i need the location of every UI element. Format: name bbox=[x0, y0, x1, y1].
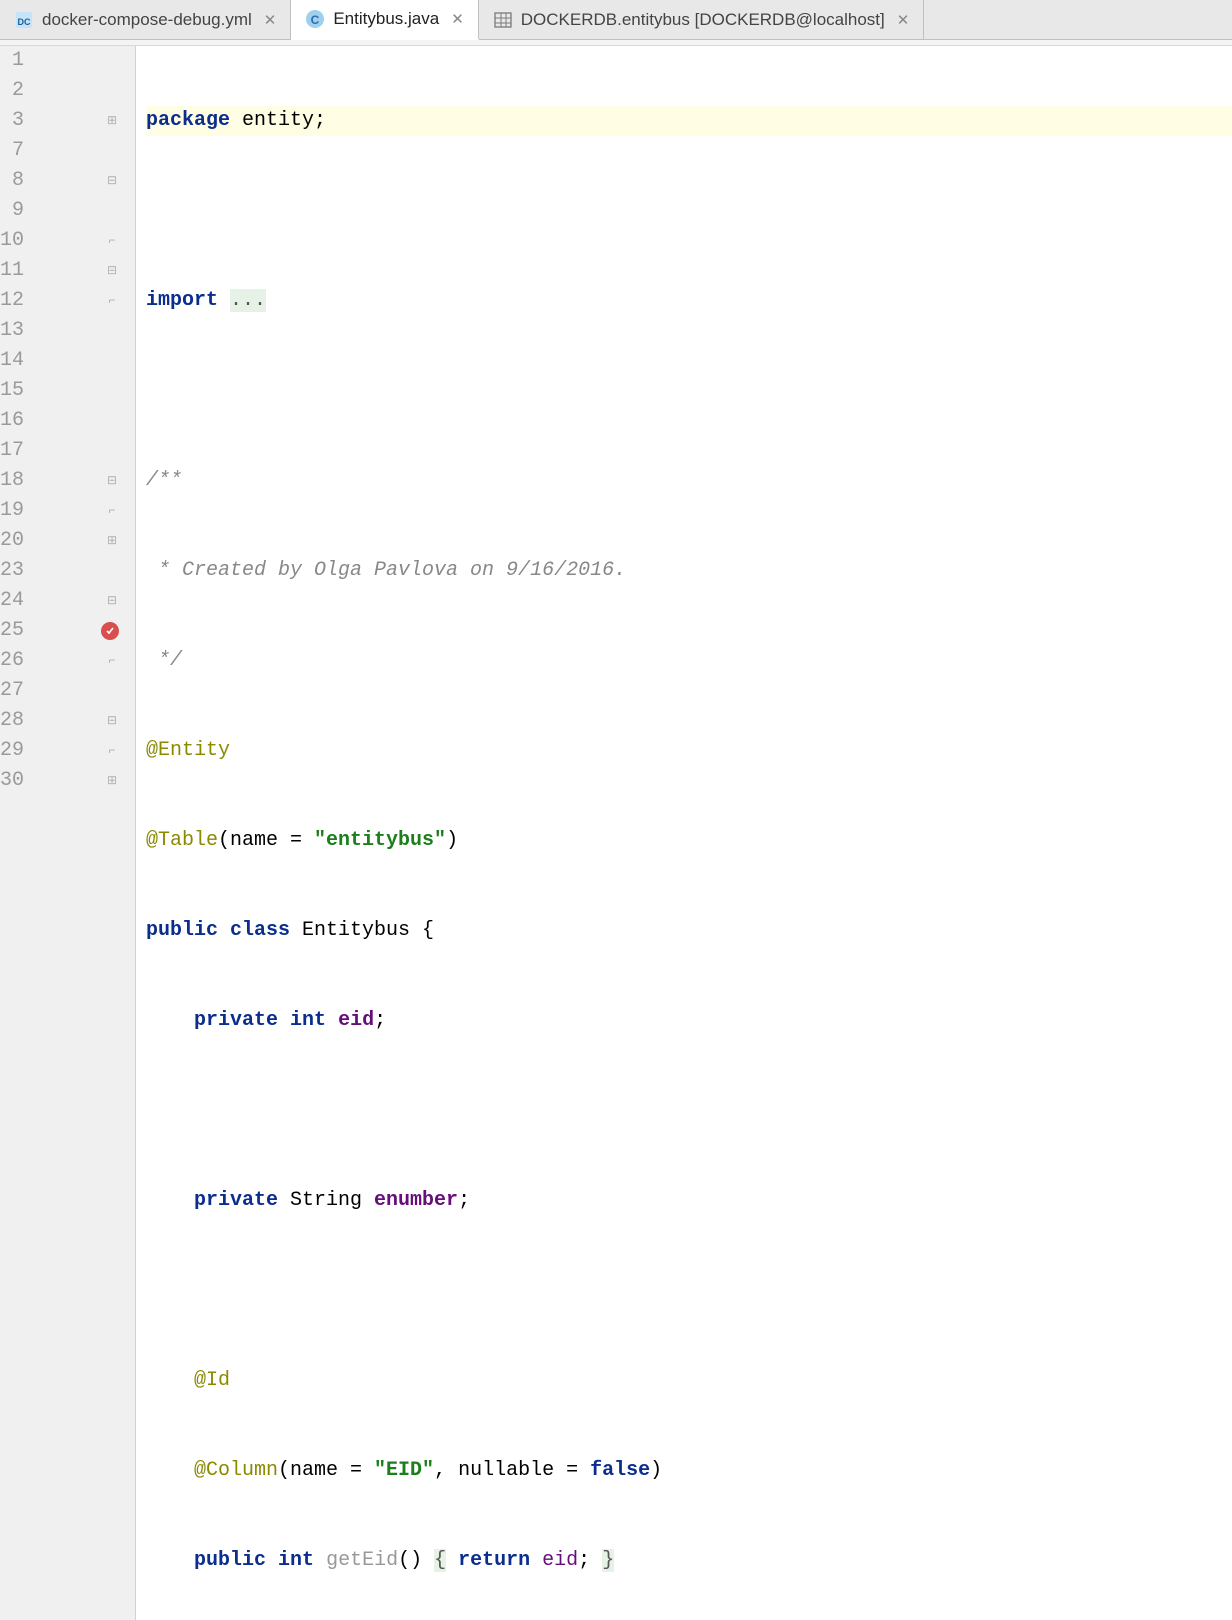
tab-label: Entitybus.java bbox=[333, 9, 439, 29]
code-line bbox=[146, 1276, 1232, 1306]
code-line: @Column(name = "EID", nullable = false) bbox=[146, 1456, 1232, 1486]
line-number: 30 bbox=[0, 766, 32, 796]
line-number: 15 bbox=[0, 376, 32, 406]
line-number: 24 bbox=[0, 586, 32, 616]
line-number: 18 bbox=[0, 466, 32, 496]
line-number: 23 bbox=[0, 556, 32, 586]
code-editor[interactable]: 1 2 3 ⊞ 7 8 ⊟ 9 10 ⌐ 11 ⊟ 12 ⌐ 13 14 15 16 17… bbox=[0, 46, 1232, 1620]
fold-collapse-icon[interactable]: ⊟ bbox=[105, 264, 119, 278]
fold-end-icon[interactable]: ⌐ bbox=[105, 504, 119, 518]
code-line: public class Entitybus { bbox=[146, 916, 1232, 946]
docker-compose-icon: DC bbox=[14, 10, 34, 30]
fold-end-icon[interactable]: ⌐ bbox=[105, 234, 119, 248]
line-number: 12 bbox=[0, 286, 32, 316]
fold-collapse-icon[interactable]: ⊟ bbox=[105, 594, 119, 608]
line-number: 1 bbox=[0, 46, 32, 76]
table-icon bbox=[493, 10, 513, 30]
code-line bbox=[146, 1096, 1232, 1126]
fold-expand-icon[interactable]: ⊞ bbox=[105, 774, 119, 788]
breakpoint-icon[interactable] bbox=[101, 622, 119, 640]
code-line: @Id bbox=[146, 1366, 1232, 1396]
code-line: import ... bbox=[146, 286, 1232, 316]
java-class-icon: C bbox=[305, 9, 325, 29]
tab-docker-compose[interactable]: DC docker-compose-debug.yml ✕ bbox=[0, 0, 291, 39]
line-number: 11 bbox=[0, 256, 32, 286]
code-line: public int getEid() { return eid; } bbox=[146, 1546, 1232, 1576]
line-number: 17 bbox=[0, 436, 32, 466]
close-icon[interactable]: ✕ bbox=[893, 11, 910, 29]
line-number: 7 bbox=[0, 136, 32, 166]
line-number: 20 bbox=[0, 526, 32, 556]
tab-label: DOCKERDB.entitybus [DOCKERDB@localhost] bbox=[521, 10, 885, 30]
tab-label: docker-compose-debug.yml bbox=[42, 10, 252, 30]
fold-collapse-icon[interactable]: ⊟ bbox=[105, 714, 119, 728]
line-number: 29 bbox=[0, 736, 32, 766]
line-number: 16 bbox=[0, 406, 32, 436]
code-line: * Created by Olga Pavlova on 9/16/2016. bbox=[146, 556, 1232, 586]
gutter[interactable]: 1 2 3 ⊞ 7 8 ⊟ 9 10 ⌐ 11 ⊟ 12 ⌐ 13 14 15 16 17… bbox=[0, 46, 136, 1620]
line-number: 28 bbox=[0, 706, 32, 736]
close-icon[interactable]: ✕ bbox=[447, 10, 464, 28]
fold-end-icon[interactable]: ⌐ bbox=[105, 744, 119, 758]
close-icon[interactable]: ✕ bbox=[260, 11, 277, 29]
code-line bbox=[146, 376, 1232, 406]
tab-entitybus-java[interactable]: C Entitybus.java ✕ bbox=[291, 0, 478, 40]
line-number: 9 bbox=[0, 196, 32, 226]
line-number: 26 bbox=[0, 646, 32, 676]
svg-text:C: C bbox=[311, 13, 320, 27]
tab-bar: DC docker-compose-debug.yml ✕ C Entitybu… bbox=[0, 0, 1232, 40]
code-line bbox=[146, 196, 1232, 226]
fold-expand-icon[interactable]: ⊞ bbox=[105, 114, 119, 128]
code-line: @Entity bbox=[146, 736, 1232, 766]
fold-collapse-icon[interactable]: ⊟ bbox=[105, 174, 119, 188]
code-line: */ bbox=[146, 646, 1232, 676]
svg-text:DC: DC bbox=[18, 17, 31, 27]
code-area[interactable]: package entity; import ... /** * Created… bbox=[136, 46, 1232, 1620]
code-line: @Table(name = "entitybus") bbox=[146, 826, 1232, 856]
code-line: package entity; bbox=[146, 106, 1232, 136]
code-line: private int eid; bbox=[146, 1006, 1232, 1036]
fold-collapse-icon[interactable]: ⊟ bbox=[105, 474, 119, 488]
tab-dockerdb-entitybus[interactable]: DOCKERDB.entitybus [DOCKERDB@localhost] … bbox=[479, 0, 925, 39]
line-number: 3 bbox=[0, 106, 32, 136]
fold-expand-icon[interactable]: ⊞ bbox=[105, 534, 119, 548]
line-number: 25 bbox=[0, 616, 32, 646]
fold-end-icon[interactable]: ⌐ bbox=[105, 294, 119, 308]
code-line: /** bbox=[146, 466, 1232, 496]
line-number: 27 bbox=[0, 676, 32, 706]
code-line: private String enumber; bbox=[146, 1186, 1232, 1216]
line-number: 14 bbox=[0, 346, 32, 376]
line-number: 8 bbox=[0, 166, 32, 196]
line-number: 13 bbox=[0, 316, 32, 346]
line-number: 10 bbox=[0, 226, 32, 256]
line-number: 19 bbox=[0, 496, 32, 526]
fold-end-icon[interactable]: ⌐ bbox=[105, 654, 119, 668]
line-number: 2 bbox=[0, 76, 32, 106]
